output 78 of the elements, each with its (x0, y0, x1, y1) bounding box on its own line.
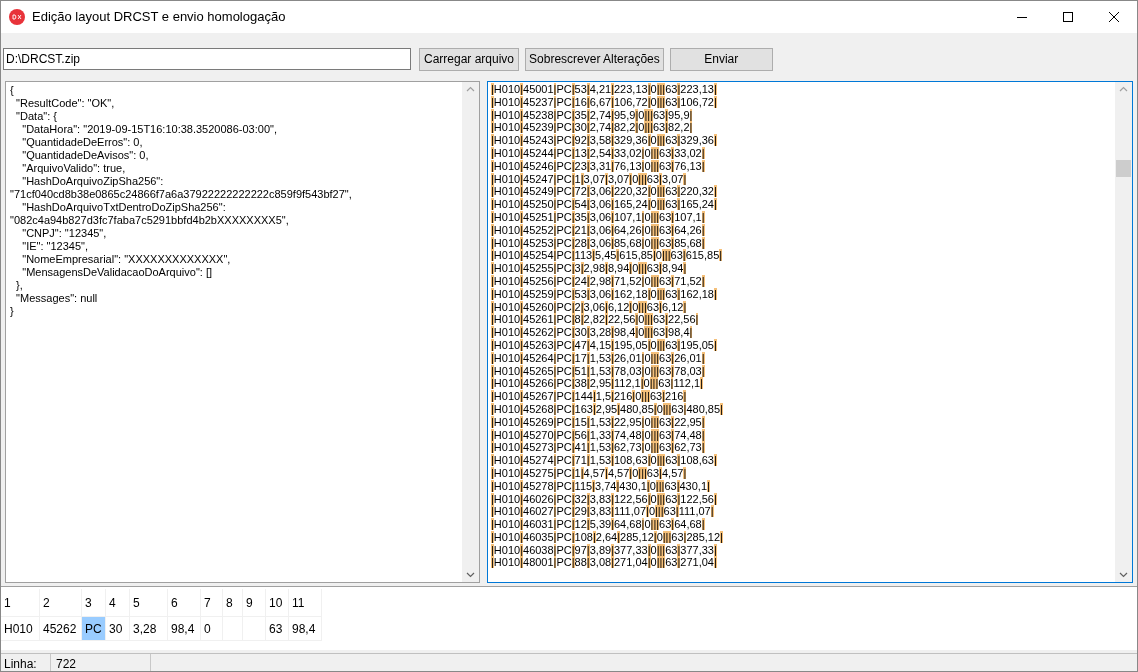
records-text-area[interactable] (487, 81, 1133, 583)
record-line: |H010|45250|PC|54|3,06|165,24|0|||63|165,24| (491, 198, 717, 211)
record-line: |H010|45239|PC|30|2,74|82,2|0|||63|82,2| (491, 121, 693, 135)
grid-cell[interactable]: 98,4 (168, 617, 201, 641)
json-line: "DataHora": "2019-09-15T16:10:38.3520086-03:00", (21, 123, 277, 136)
record-line: |H010|45254|PC|113|5,45|615,85|0|||63|615,85| (491, 249, 723, 263)
record-line: |H010|45262|PC|30|3,28|98,4|0|||63|98,4| (491, 326, 693, 339)
grid-cell[interactable]: H010 (1, 617, 40, 641)
window-title: Edição layout DRCST e envio homologação (32, 8, 286, 27)
json-line: } (10, 305, 14, 318)
grid-cell[interactable]: 3,28 (130, 617, 168, 641)
record-line: |H010|45275|PC|1|4,57|4,57|0|||63|4,57| (491, 466, 687, 480)
record-line: |H010|46035|PC|108|2,64|285,12|0|||63|285,12| (491, 530, 723, 544)
record-line: |H010|45267|PC|144|1,5|216|0|||63|216| (491, 390, 687, 403)
record-line: |H010|45260|PC|2|3,06|6,12|0|||63|6,12| (491, 300, 687, 314)
record-line: |H010|46038|PC|97|3,89|377,33|0|||63|377,33| (491, 543, 717, 557)
grid-cell[interactable]: 45262 (40, 617, 82, 641)
record-line: |H010|46031|PC|12|5,39|64,68|0|||63|64,68| (491, 518, 705, 531)
record-line: |H010|45253|PC|28|3,06|85,68|0|||63|85,68| (491, 236, 705, 250)
record-line: |H010|45256|PC|24|2,98|71,52|0|||63|71,52| (491, 274, 705, 288)
record-line: |H010|45255|PC|3|2,98|8,94|0|||63|8,94| (491, 262, 687, 275)
record-line: |H010|45259|PC|53|3,06|162,18|0|||63|162,18| (491, 287, 717, 301)
record-line: |H010|45249|PC|72|3,06|220,32|0|||63|220,32| (491, 185, 717, 199)
record-line: |H010|45251|PC|35|3,06|107,1|0|||63|107,1| (491, 210, 705, 224)
record-line: |H010|45237|PC|16|6,67|106,72|0|||63|106,72| (491, 95, 717, 109)
json-line: "NomeEmpresarial": "XXXXXXXXXXXXX", (21, 253, 231, 266)
record-line: |H010|45265|PC|51|1,53|78,03|0|||63|78,03| (491, 364, 705, 378)
record-line: |H010|45273|PC|41|1,53|62,73|0|||63|62,73| (491, 441, 705, 455)
grid-cell[interactable]: 63 (266, 617, 289, 641)
record-line: |H010|45247|PC|1|3,07|3,07|0|||63|3,07| (491, 172, 687, 186)
json-line: "ArquivoValido": true, (21, 162, 126, 175)
record-line: |H010|45246|PC|23|3,31|76,13|0|||63|76,13| (491, 159, 705, 173)
json-line: "71cf040cd8b38e0865c24866f7a6a37922222222222c859f9f543bf27", (10, 188, 352, 201)
record-line: |H010|45268|PC|163|2,95|480,85|0|||63|480,85| (491, 402, 723, 416)
record-line: |H010|45266|PC|38|2,95|112,1|0|||63|112,1| (491, 377, 703, 391)
grid-cell[interactable]: 0 (201, 617, 223, 641)
json-line: "HashDoArquivoTxtDentroDoZipSha256": (21, 201, 226, 214)
json-line: "Data": { (15, 110, 57, 123)
json-line: "HashDoArquivoZipSha256": (21, 175, 164, 188)
json-line: "QuantidadeDeAvisos": 0, (21, 149, 149, 162)
json-line: "CNPJ": "12345", (21, 227, 107, 240)
overwrite-changes-button[interactable]: Sobrescrever Alterações (525, 47, 664, 71)
grid-cell[interactable]: 98,4 (289, 617, 322, 641)
record-line: |H010|45001|PC|53|4,21|223,13|0|||63|223,13| (491, 83, 717, 96)
record-line: |H010|45238|PC|35|2,74|95,9|0|||63|95,9| (491, 108, 693, 122)
load-file-button[interactable]: Carregar arquivo (419, 47, 520, 71)
json-line: "MensagensDeValidacaoDoArquivo": [] (21, 266, 213, 279)
json-line: { (10, 84, 14, 97)
record-line: |H010|48001|PC|88|3,08|271,04|0|||63|271,04| (491, 556, 717, 570)
status-value: 722 (51, 654, 151, 671)
file-path-field[interactable]: D:\DRCST.zip (3, 48, 411, 70)
scrollbar[interactable] (1115, 82, 1132, 582)
record-line: |H010|46027|PC|29|3,83|111,07|0|||63|111,07| (491, 505, 714, 519)
record-line: |H010|45244|PC|13|2,54|33,02|0|||63|33,02| (491, 147, 705, 160)
record-line: |H010|45278|PC|115|3,74|430,1|0|||63|430,1| (491, 479, 710, 493)
json-line: "ResultCode": "OK", (15, 97, 115, 110)
record-line: |H010|45261|PC|8|2,82|22,56|0|||63|22,56| (491, 313, 699, 327)
json-line: "082c4a94b827d3fc7faba7c5291bbfd4b2bXXXXXXXX5", (10, 214, 289, 227)
record-line: |H010|45269|PC|15|1,53|22,95|0|||63|22,95| (491, 415, 705, 429)
scrollbar-thumb[interactable] (1116, 160, 1131, 177)
json-line: "IE": "12345", (21, 240, 88, 253)
app-logo-icon (9, 9, 25, 25)
status-label: Linha: (1, 654, 51, 671)
json-line: "Messages": null (15, 292, 98, 305)
record-line: |H010|45274|PC|71|1,53|108,63|0|||63|108,63| (491, 454, 717, 467)
send-button[interactable]: Enviar (669, 47, 773, 71)
record-line: |H010|45270|PC|56|1,33|74,48|0|||63|74,48| (491, 428, 705, 442)
record-line: |H010|45264|PC|17|1,53|26,01|0|||63|26,01| (491, 351, 705, 365)
record-line: |H010|45243|PC|92|3,58|329,36|0|||63|329,36| (491, 134, 717, 147)
json-line: }, (15, 279, 23, 292)
json-text-area[interactable] (5, 81, 480, 583)
scrollbar[interactable] (462, 82, 479, 582)
record-line: |H010|45252|PC|21|3,06|64,26|0|||63|64,26| (491, 223, 705, 237)
record-line: |H010|46026|PC|32|3,83|122,56|0|||63|122,56| (491, 492, 717, 506)
record-line: |H010|45263|PC|47|4,15|195,05|0|||63|195,05| (491, 338, 717, 352)
json-line: "QuantidadeDeErros": 0, (21, 136, 143, 149)
grid-cell[interactable]: 30 (106, 617, 130, 641)
grid-cell[interactable]: PC (82, 617, 106, 641)
